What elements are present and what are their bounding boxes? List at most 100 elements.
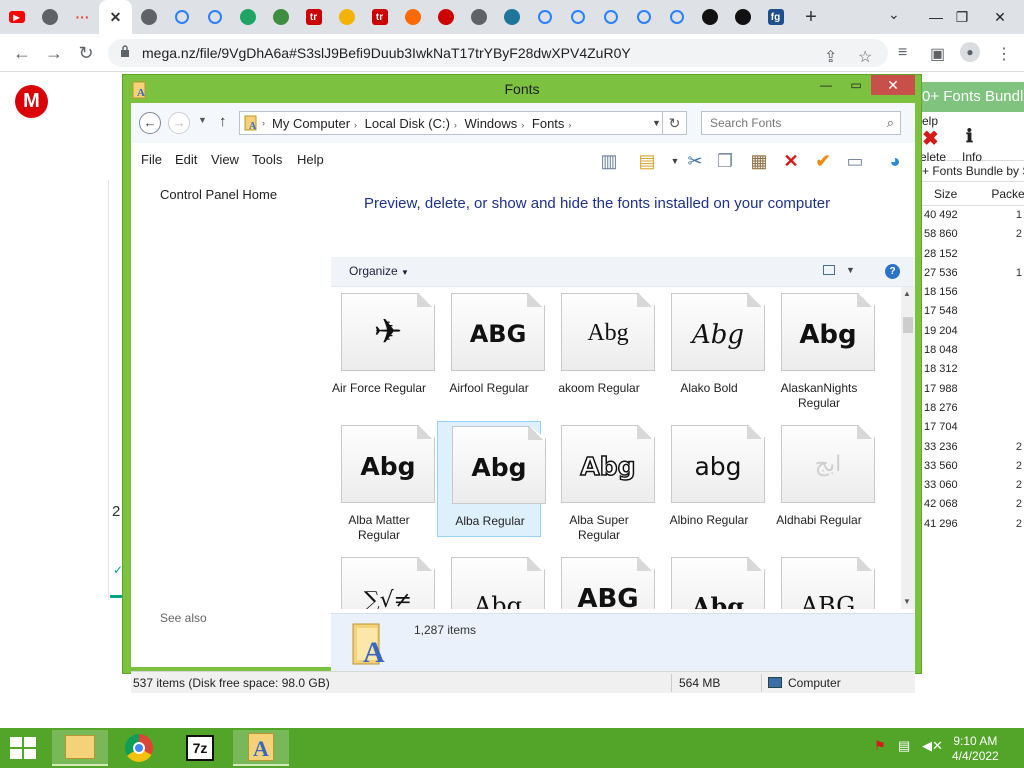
font-item[interactable]: abg Albino Regular xyxy=(657,421,765,537)
forward-icon[interactable]: → xyxy=(42,42,66,64)
font-item[interactable]: Abg Alba Regular xyxy=(437,421,546,537)
font-item[interactable]: Abg akoom Regular xyxy=(547,289,655,405)
breadcrumb-chevron-icon[interactable]: › xyxy=(454,120,457,130)
browser-tab[interactable]: ··· xyxy=(66,0,99,34)
breadcrumb-chevron-icon[interactable]: › xyxy=(521,120,524,130)
up-arrow-icon[interactable]: ↑ xyxy=(219,113,227,130)
font-item[interactable]: ABG xyxy=(547,553,655,609)
cut-icon[interactable]: ✂ xyxy=(683,149,707,173)
profile-avatar-icon[interactable]: ● xyxy=(960,42,980,62)
paste-icon[interactable]: ▦ xyxy=(747,149,771,173)
delete-icon[interactable]: ✖ xyxy=(922,126,939,151)
breadcrumb-root-chevron-icon[interactable]: › xyxy=(262,118,265,128)
archive-row[interactable]: 33 060 2 xyxy=(920,476,1024,495)
forward-arrow-icon[interactable]: → xyxy=(168,112,190,134)
vertical-scrollbar[interactable]: ▲ ▼ xyxy=(901,287,915,609)
archive-row[interactable]: 17 548 xyxy=(920,302,1024,321)
window-maximize-button[interactable]: ▭ xyxy=(843,75,869,95)
font-item[interactable]: Abg Alba Matter Regular xyxy=(331,421,435,542)
archive-row[interactable]: 18 156 xyxy=(920,283,1024,302)
new-tab-button[interactable]: + xyxy=(796,2,826,32)
refresh-icon[interactable]: ↻ xyxy=(663,111,687,135)
scroll-up-icon[interactable]: ▲ xyxy=(903,289,911,298)
archive-row[interactable]: 17 704 xyxy=(920,418,1024,437)
archive-row[interactable]: 28 152 xyxy=(920,245,1024,264)
font-item[interactable]: Abg xyxy=(657,553,765,609)
browser-tab[interactable] xyxy=(198,0,231,34)
properties-icon[interactable]: ▭ xyxy=(843,149,867,173)
breadcrumb-my-computer[interactable]: My Computer xyxy=(272,116,350,131)
font-item[interactable]: ∑√≠ xyxy=(331,553,435,609)
font-item[interactable]: ✈ Air Force Regular xyxy=(331,289,435,405)
window-close-button[interactable]: ✕ xyxy=(871,75,915,95)
font-item[interactable]: Abg AlaskanNights Regular xyxy=(767,289,875,410)
browser-tab[interactable] xyxy=(561,0,594,34)
browser-tab[interactable] xyxy=(627,0,660,34)
browser-tab[interactable]: tr xyxy=(297,0,330,34)
search-box[interactable]: ⌕ xyxy=(701,111,901,135)
omnibox[interactable]: mega.nz/file/9VgDhA6a#S3slJ9Befi9Duub3Iw… xyxy=(108,39,888,67)
search-input[interactable] xyxy=(702,112,872,134)
breadcrumb-chevron-icon[interactable]: › xyxy=(354,120,357,130)
taskbar-app[interactable] xyxy=(111,730,167,766)
archive-row[interactable]: 18 276 xyxy=(920,399,1024,418)
archive-row[interactable]: 19 204 xyxy=(920,322,1024,341)
close-window-button[interactable]: ✕ xyxy=(978,0,1022,34)
taskbar-app[interactable] xyxy=(52,730,108,766)
search-icon[interactable]: ⌕ xyxy=(887,115,894,131)
network-icon[interactable]: ▤ xyxy=(898,738,910,754)
close-tab-button[interactable]: ✕ xyxy=(99,0,132,34)
browser-tab[interactable]: fg xyxy=(759,0,792,34)
archive-row[interactable]: 18 312 xyxy=(920,360,1024,379)
tab-search-chevron-icon[interactable]: ⌄ xyxy=(888,6,900,23)
control-panel-home-link[interactable]: Control Panel Home xyxy=(160,187,277,202)
browser-tab[interactable] xyxy=(165,0,198,34)
browser-tab[interactable] xyxy=(396,0,429,34)
font-item[interactable]: Abg xyxy=(437,553,545,609)
copy-icon[interactable]: ❐ xyxy=(713,149,737,173)
font-item[interactable]: ABG Airfool Regular xyxy=(437,289,545,405)
folder-options-icon[interactable]: ▤ xyxy=(635,149,659,173)
view-options-chevron-icon[interactable]: ▼ xyxy=(846,265,855,275)
browser-tab[interactable] xyxy=(528,0,561,34)
fonts-window-titlebar[interactable]: A Fonts — ▭ ✕ xyxy=(123,75,921,103)
menu-view[interactable]: View xyxy=(211,152,239,167)
taskbar-app[interactable]: A xyxy=(233,730,289,766)
browser-tab[interactable] xyxy=(660,0,693,34)
breadcrumb-windows[interactable]: Windows xyxy=(465,116,518,131)
font-item[interactable]: Abg Alba Super Regular xyxy=(547,421,655,542)
reload-icon[interactable]: ↻ xyxy=(74,42,98,64)
browser-tab[interactable] xyxy=(726,0,759,34)
breadcrumb-fonts[interactable]: Fonts xyxy=(532,116,565,131)
system-clock[interactable]: 9:10 AM 4/4/2022 xyxy=(952,734,999,764)
back-arrow-icon[interactable]: ← xyxy=(139,112,161,134)
preview-pane-icon[interactable]: ▥ xyxy=(597,149,621,173)
menu-file[interactable]: File xyxy=(141,152,162,167)
font-item[interactable]: Abg Alako Bold xyxy=(657,289,765,405)
mega-logo[interactable]: M xyxy=(15,85,48,118)
archive-row[interactable]: 40 492 1 xyxy=(920,206,1024,225)
back-icon[interactable]: ← xyxy=(10,42,34,64)
menu-help[interactable]: Help xyxy=(297,152,324,167)
recent-locations-chevron-icon[interactable]: ▼ xyxy=(198,115,207,125)
scrollbar-thumb[interactable] xyxy=(903,317,913,333)
archive-row[interactable]: 17 988 xyxy=(920,380,1024,399)
browser-tab[interactable] xyxy=(132,0,165,34)
browser-tab[interactable] xyxy=(231,0,264,34)
breadcrumb-local-disk[interactable]: Local Disk (C:) xyxy=(365,116,450,131)
archive-row[interactable]: 33 236 2 xyxy=(920,438,1024,457)
info-icon[interactable]: ℹ xyxy=(966,126,973,147)
browser-tab[interactable]: tr xyxy=(363,0,396,34)
archive-row[interactable]: 18 048 xyxy=(920,341,1024,360)
archive-row[interactable]: 27 536 1 xyxy=(920,264,1024,283)
menu-tools[interactable]: Tools xyxy=(252,152,282,167)
window-minimize-button[interactable]: — xyxy=(813,75,839,95)
side-panel-icon[interactable]: ▣ xyxy=(930,44,945,64)
bookmark-star-icon[interactable]: ☆ xyxy=(858,47,872,67)
apply-check-icon[interactable]: ✔ xyxy=(811,149,835,173)
scroll-down-icon[interactable]: ▼ xyxy=(903,597,911,606)
browser-tab[interactable] xyxy=(495,0,528,34)
globe-icon[interactable]: ◕ xyxy=(883,149,907,173)
browser-tab[interactable] xyxy=(33,0,66,34)
organize-button[interactable]: Organize ▼ xyxy=(349,264,409,278)
